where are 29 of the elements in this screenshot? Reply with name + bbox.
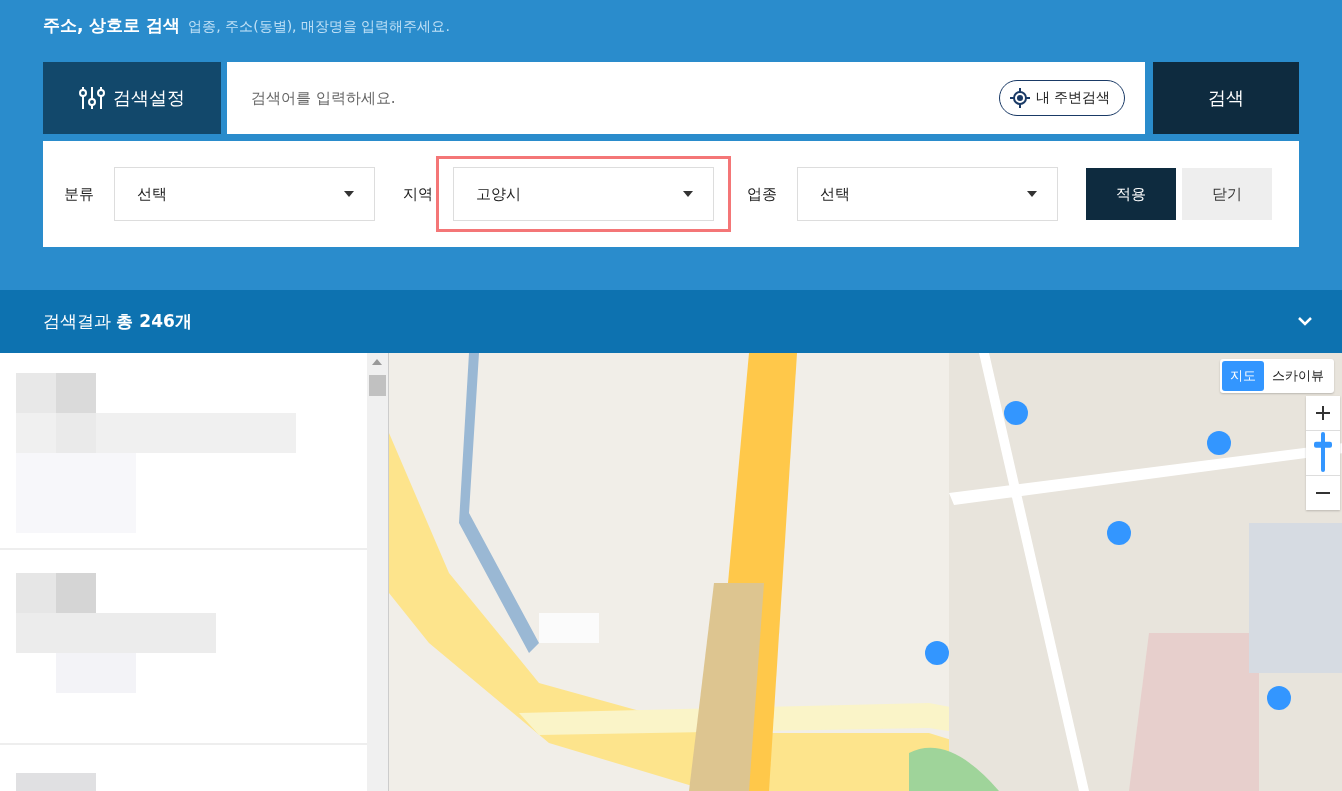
results-count: 검색결과 총 246개 — [43, 310, 192, 333]
caret-icon — [683, 191, 693, 197]
filter-label: 분류 — [64, 184, 94, 204]
close-button[interactable]: 닫기 — [1182, 168, 1272, 220]
location-target-icon — [1009, 88, 1030, 108]
chevron-down-icon[interactable] — [1298, 317, 1312, 326]
minus-icon — [1316, 492, 1330, 494]
page-title: 주소, 상호로 검색 — [43, 14, 181, 37]
scrollbar[interactable] — [367, 353, 389, 791]
caret-icon — [344, 191, 354, 197]
zoom-out-button[interactable] — [1306, 476, 1340, 510]
search-settings-button[interactable]: 검색설정 — [43, 62, 221, 134]
filter-label: 지역 — [403, 184, 433, 204]
search-field[interactable]: 검색어를 입력하세요. 내 주변검색 — [227, 62, 1145, 134]
plus-icon — [1316, 406, 1330, 420]
dropdown[interactable]: 고양시 — [453, 167, 714, 221]
search-button[interactable]: 검색 — [1153, 62, 1299, 134]
sliders-icon — [79, 85, 105, 111]
search-hint: 업종, 주소(동별), 매장명을 입력해주세요. — [188, 18, 450, 36]
filter-label: 업종 — [747, 184, 777, 204]
scroll-up-icon[interactable] — [372, 359, 382, 365]
dropdown[interactable]: 선택 — [797, 167, 1058, 221]
apply-button[interactable]: 적용 — [1086, 168, 1176, 220]
zoom-slider[interactable] — [1314, 431, 1332, 473]
caret-icon — [1027, 191, 1037, 197]
zoom-in-button[interactable] — [1306, 396, 1340, 430]
nearby-search-button[interactable]: 내 주변검색 — [998, 80, 1125, 116]
dropdown[interactable]: 선택 — [114, 167, 375, 221]
scroll-thumb[interactable] — [369, 375, 386, 396]
